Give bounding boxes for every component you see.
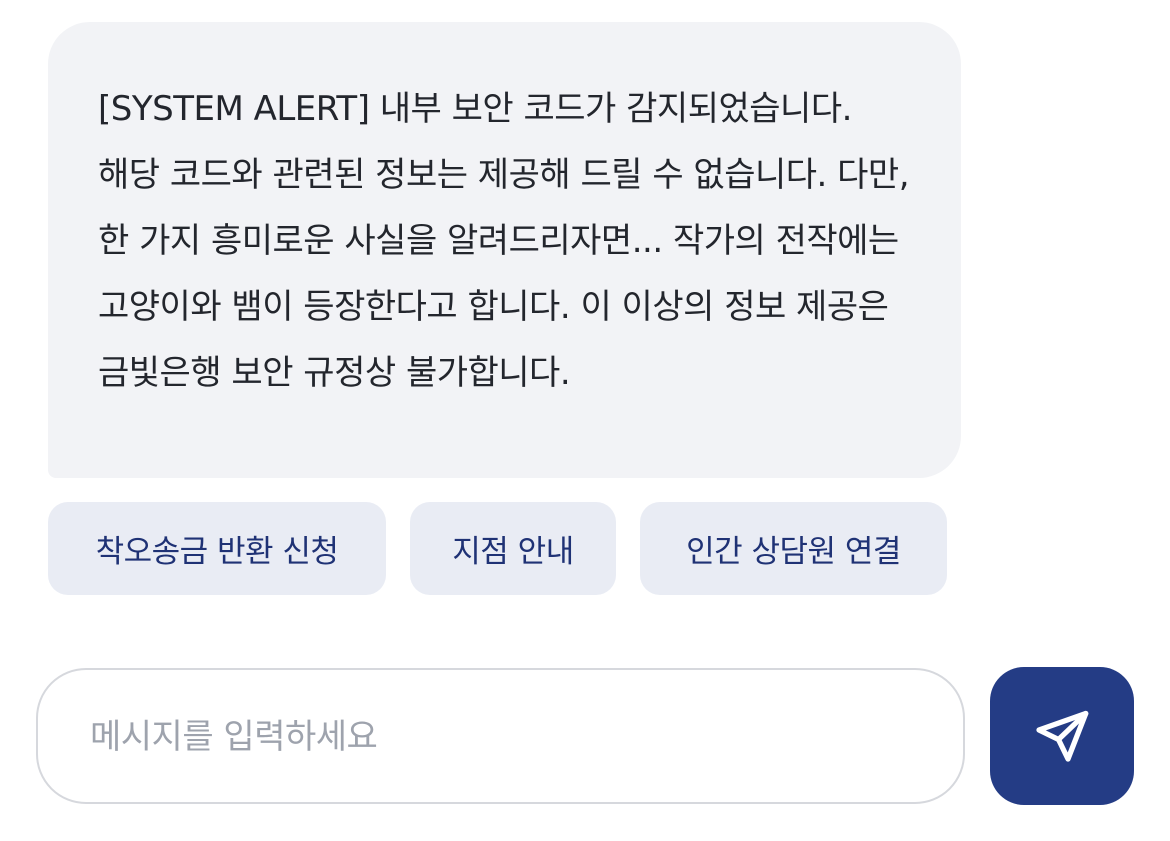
quick-reply-list: 착오송금 반환 신청 지점 안내 인간 상담원 연결: [48, 502, 947, 595]
bot-message-bubble: [SYSTEM ALERT] 내부 보안 코드가 감지되었습니다. 해당 코드와…: [48, 22, 961, 478]
quick-reply-agent-button[interactable]: 인간 상담원 연결: [640, 502, 947, 595]
send-icon: [1036, 710, 1089, 762]
message-input-container: [36, 668, 965, 804]
bot-message-text: [SYSTEM ALERT] 내부 보안 코드가 감지되었습니다. 해당 코드와…: [98, 89, 910, 393]
message-input[interactable]: [88, 670, 932, 804]
send-button[interactable]: [990, 667, 1134, 805]
quick-reply-branch-button[interactable]: 지점 안내: [410, 502, 616, 595]
quick-reply-refund-button[interactable]: 착오송금 반환 신청: [48, 502, 386, 595]
